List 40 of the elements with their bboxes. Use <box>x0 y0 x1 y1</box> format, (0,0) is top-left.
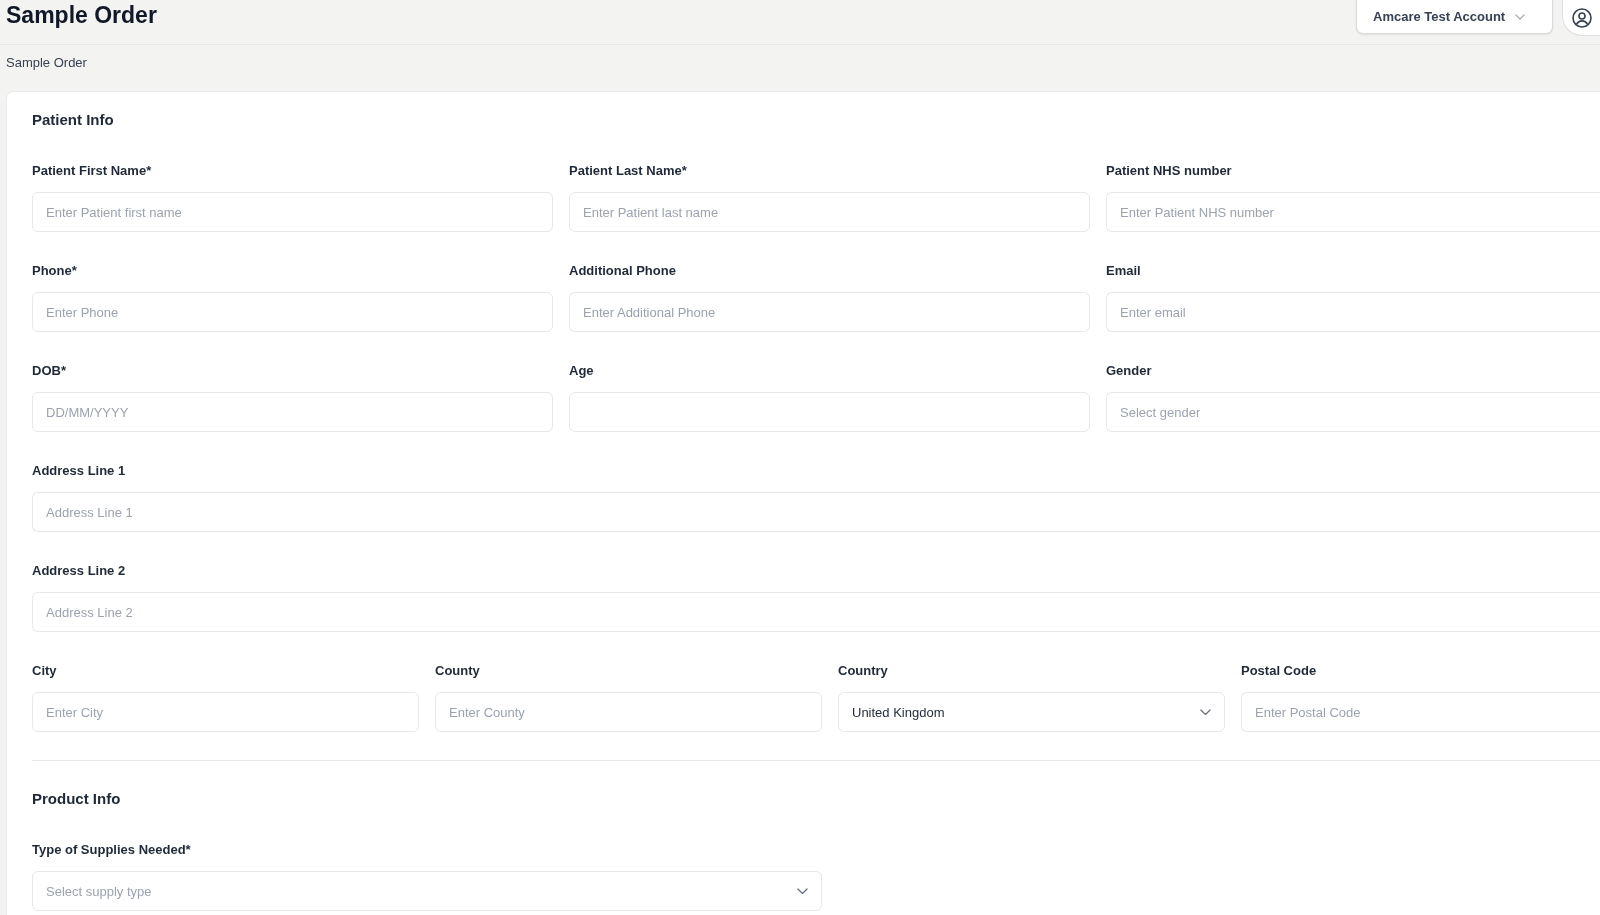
account-dropdown[interactable]: Amcare Test Account <box>1356 0 1553 34</box>
field-label: Age <box>569 362 595 380</box>
input-field[interactable]: Enter Patient first name <box>32 192 553 232</box>
field-label: Additional Phone <box>569 262 677 280</box>
chevron-down-icon <box>1515 13 1526 20</box>
chevron-down-icon <box>1200 708 1211 716</box>
field-label: Phone* <box>32 262 78 280</box>
field-label: Type of Supplies Needed* <box>32 841 192 859</box>
field-label: Patient NHS number <box>1106 162 1233 180</box>
input-field[interactable]: Enter Patient NHS number <box>1106 192 1600 232</box>
input-field[interactable] <box>569 392 1090 432</box>
input-field[interactable]: Address Line 1 <box>32 492 1600 532</box>
field-label: DOB* <box>32 362 67 380</box>
input-field[interactable]: Enter Patient last name <box>569 192 1090 232</box>
field-label: Address Line 2 <box>32 562 127 580</box>
field-label: Address Line 1 <box>32 462 127 480</box>
input-field[interactable]: Enter email <box>1106 292 1600 332</box>
input-field[interactable]: Enter City <box>32 692 419 732</box>
select-field[interactable]: United Kingdom <box>838 692 1225 732</box>
input-field[interactable]: Enter Phone <box>32 292 553 332</box>
field-label: City <box>32 662 58 680</box>
profile-button[interactable] <box>1562 0 1600 36</box>
input-field[interactable]: Address Line 2 <box>32 592 1600 632</box>
breadcrumb: Sample Order <box>6 54 87 72</box>
page-title: Sample Order <box>6 1 157 30</box>
field-label: Patient Last Name* <box>569 162 688 180</box>
field-label: Country <box>838 662 889 680</box>
field-label: Gender <box>1106 362 1153 380</box>
chevron-down-icon <box>797 887 808 895</box>
field-label: County <box>435 662 481 680</box>
field-label: Postal Code <box>1241 662 1318 680</box>
input-field[interactable]: Enter Additional Phone <box>569 292 1090 332</box>
user-icon <box>1571 7 1592 28</box>
section-title: Product Info <box>32 789 122 809</box>
field-label: Patient First Name* <box>32 162 153 180</box>
field-label: Email <box>1106 262 1142 280</box>
section-title: Patient Info <box>32 110 115 130</box>
input-field[interactable]: Enter Postal Code <box>1241 692 1600 732</box>
input-field[interactable]: Enter County <box>435 692 822 732</box>
date-field[interactable]: DD/MM/YYYY <box>32 392 553 432</box>
